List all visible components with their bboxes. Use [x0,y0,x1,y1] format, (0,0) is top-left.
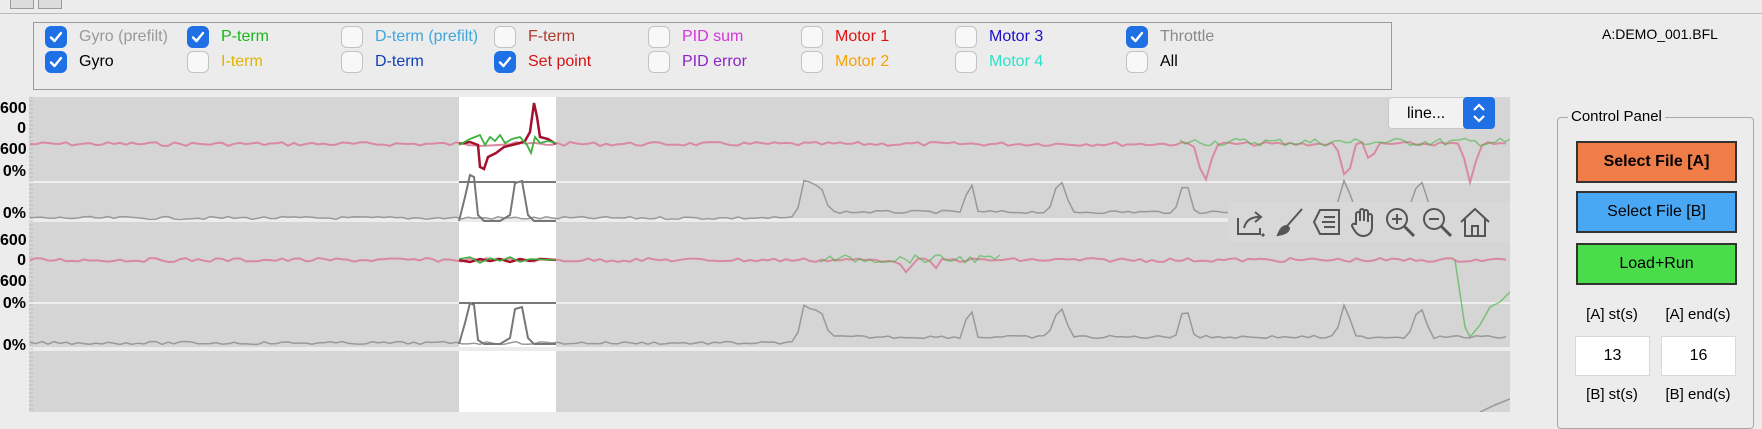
legend-label: D-term [375,53,424,70]
a-end-input[interactable]: 16 [1661,336,1736,376]
legend-label: Gyro (prefilt) [79,28,168,45]
legend-item-pid-sum[interactable]: PID sum [648,25,743,49]
legend-item-throttle[interactable]: Throttle [1126,25,1214,49]
window-button-left[interactable] [10,0,34,9]
checkbox-unchecked-icon[interactable] [801,51,823,73]
checkbox-unchecked-icon[interactable] [648,51,670,73]
bottom-throttle-plot-bg [29,303,1510,347]
legend-label: Set point [528,53,592,70]
legend-item-gyro[interactable]: Gyro [45,50,114,74]
legend-item-d-term-prefilt[interactable]: D-term (prefilt) [341,25,478,49]
load-run-button[interactable]: Load+Run [1576,243,1737,285]
third-plot-bg [29,350,1510,412]
plot-area[interactable] [0,96,1511,413]
checkbox-unchecked-icon[interactable] [1126,51,1148,73]
plot-style-dropdown[interactable]: line... [1388,97,1495,129]
legend-panel: Gyro (prefilt) Gyro P-term I-term D-term (pr… [33,22,1392,90]
b-start-label: [B] st(s) [1586,386,1638,403]
checkbox-unchecked-icon[interactable] [187,51,209,73]
file-name-label: A:DEMO_001.BFL [1602,26,1718,42]
y-tick-pct-4: 0% [2,337,26,354]
legend-label: PID sum [682,28,744,45]
window-top-bar [0,0,1762,14]
pan-icon[interactable] [1346,204,1382,240]
checkbox-unchecked-icon[interactable] [494,26,516,48]
y-tick-pct-1: 0% [2,163,26,180]
checkbox-unchecked-icon[interactable] [341,26,363,48]
legend-label: Throttle [1160,28,1215,45]
zoom-in-icon[interactable] [1382,204,1418,240]
y-tick-bot-1: 600 [0,232,27,249]
legend-label: Motor 3 [989,28,1044,45]
a-end-label: [A] end(s) [1665,306,1731,323]
legend-item-gyro-prefilt[interactable]: Gyro (prefilt) [45,25,168,49]
checkbox-checked-icon[interactable] [1126,26,1148,48]
plots-svg [29,96,1511,413]
legend-label: P-term [221,28,269,45]
a-start-input[interactable]: 13 [1575,336,1650,376]
legend-item-motor-3[interactable]: Motor 3 [955,25,1043,49]
legend-item-motor-4[interactable]: Motor 4 [955,50,1043,74]
legend-label: F-term [528,28,576,45]
y-tick-bot-3: 600 [0,273,27,290]
legend-label: Gyro [79,53,114,70]
y-tick-top-2: 0 [17,120,26,137]
a-start-label: [A] st(s) [1586,306,1638,323]
checkbox-unchecked-icon[interactable] [955,51,977,73]
legend-label: D-term (prefilt) [375,28,479,45]
legend-item-d-term[interactable]: D-term [341,50,424,74]
checkbox-checked-icon[interactable] [45,51,67,73]
legend-item-motor-1[interactable]: Motor 1 [801,25,889,49]
control-panel-title: Control Panel [1568,108,1665,125]
checkbox-unchecked-icon[interactable] [955,26,977,48]
plot-toolbar [1228,202,1510,242]
y-tick-pct-2: 0% [2,205,26,222]
legend-label: I-term [221,53,263,70]
legend-label: Motor 4 [989,53,1044,70]
checkbox-checked-icon[interactable] [187,26,209,48]
legend-item-set-point[interactable]: Set point [494,50,591,74]
checkbox-unchecked-icon[interactable] [648,26,670,48]
legend-item-all[interactable]: All [1126,50,1178,74]
checkbox-unchecked-icon[interactable] [801,26,823,48]
dropdown-value: line... [1407,105,1446,122]
legend-label: PID error [682,53,747,70]
b-end-label: [B] end(s) [1665,386,1731,403]
window-button-right[interactable] [38,0,62,9]
zoom-out-icon[interactable] [1419,204,1455,240]
y-tick-pct-3: 0% [2,295,26,312]
checkbox-checked-icon[interactable] [494,51,516,73]
select-file-b-button[interactable]: Select File [B] [1576,191,1737,233]
legend-item-p-term[interactable]: P-term [187,25,269,49]
select-file-a-button[interactable]: Select File [A] [1576,141,1737,183]
legend-label: Motor 1 [835,28,890,45]
plot-gap [29,347,1510,351]
brush-icon[interactable] [1272,204,1308,240]
legend-item-pid-error[interactable]: PID error [648,50,747,74]
home-icon[interactable] [1457,204,1493,240]
checkbox-unchecked-icon[interactable] [341,51,363,73]
export-icon[interactable] [1232,204,1268,240]
y-tick-top-1: 600 [0,100,27,117]
legend-label: All [1160,53,1178,70]
y-tick-bot-2: 0 [17,252,26,269]
checkbox-checked-icon[interactable] [45,26,67,48]
chevron-updown-icon[interactable] [1463,97,1495,129]
legend-label: Motor 2 [835,53,890,70]
y-tick-top-3: 600 [0,141,27,158]
legend-item-motor-2[interactable]: Motor 2 [801,50,889,74]
top-pid-plot-bg [29,97,1510,182]
legend-item-f-term[interactable]: F-term [494,25,575,49]
legend-item-i-term[interactable]: I-term [187,50,263,74]
subplot-config-icon[interactable] [1309,204,1345,240]
